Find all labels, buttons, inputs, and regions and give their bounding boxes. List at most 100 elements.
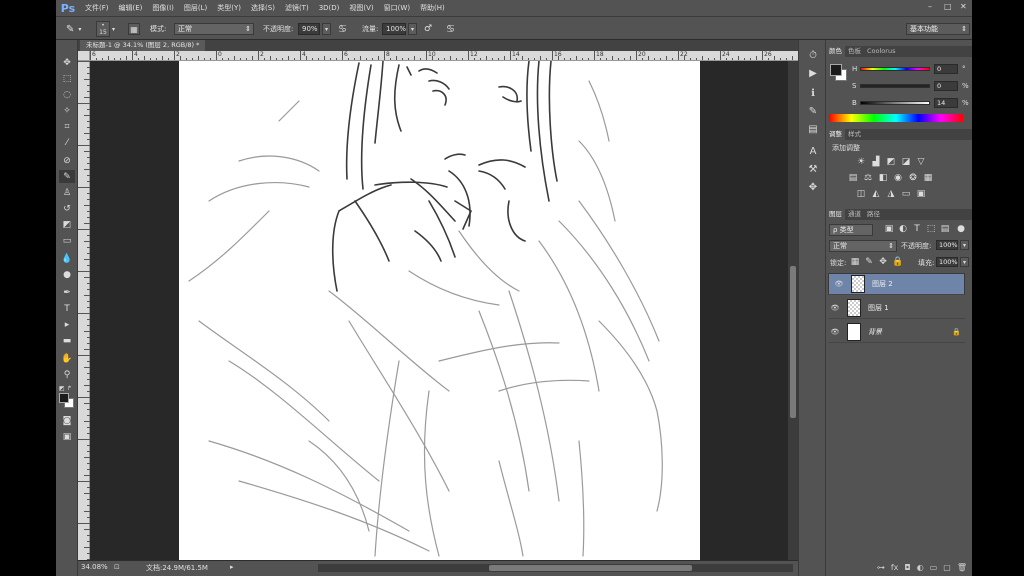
vibrance-adjust-icon[interactable]: ▽ xyxy=(916,157,926,167)
lock-all-icon[interactable]: 🔒 xyxy=(892,257,903,267)
link-layers-icon[interactable]: ⊶ xyxy=(877,563,885,572)
visibility-eye-icon[interactable]: 👁 xyxy=(828,328,842,336)
color-balance-adjust-icon[interactable]: ⚖ xyxy=(863,173,873,183)
maximize-icon[interactable]: □ xyxy=(944,3,952,11)
visibility-eye-icon[interactable]: 👁 xyxy=(828,304,842,312)
ruler-horizontal[interactable]: 6 4 2 0 2 4 6 8 10 12 14 16 18 20 22 24 … xyxy=(90,51,798,61)
visibility-eye-icon[interactable]: 👁 xyxy=(832,279,846,289)
s-value[interactable]: 0 xyxy=(934,81,958,91)
menu-filter[interactable]: 滤镜(T) xyxy=(280,0,314,16)
menu-view[interactable]: 视图(V) xyxy=(344,0,378,16)
character-panel-icon[interactable]: A xyxy=(806,144,820,158)
new-layer-icon[interactable]: ▢ xyxy=(943,563,951,572)
tab-styles[interactable]: 样式 xyxy=(845,129,864,140)
filter-type-icon[interactable]: T xyxy=(912,224,922,234)
opacity-dropdown[interactable]: ▾ xyxy=(322,23,331,35)
layer-name[interactable]: 图层 2 xyxy=(872,279,961,289)
brightness-slider[interactable] xyxy=(860,101,930,105)
tab-coolorus[interactable]: Coolorus xyxy=(864,46,898,57)
close-icon[interactable]: ✕ xyxy=(960,3,968,11)
mode-select[interactable]: 正常 ⇕ xyxy=(174,23,254,35)
pressure-opacity-toggle[interactable]: ♋ xyxy=(338,22,347,36)
invert-adjust-icon[interactable]: ◫ xyxy=(856,189,866,199)
channel-mixer-adjust-icon[interactable]: ❂ xyxy=(908,173,918,183)
foreground-color-swatch[interactable] xyxy=(59,393,69,403)
tab-layers[interactable]: 图层 xyxy=(826,209,845,220)
selective-color-adjust-icon[interactable]: ▣ xyxy=(916,189,926,199)
brightness-adjust-icon[interactable]: ☀ xyxy=(856,157,866,167)
history-panel-icon[interactable]: ⏱ xyxy=(806,48,820,62)
filter-toggle-icon[interactable]: ● xyxy=(956,224,966,234)
exposure-adjust-icon[interactable]: ◪ xyxy=(901,157,911,167)
black-white-adjust-icon[interactable]: ◧ xyxy=(878,173,888,183)
minimize-icon[interactable]: – xyxy=(928,3,936,11)
fill-input[interactable]: 100% xyxy=(936,257,958,267)
tab-channels[interactable]: 通道 xyxy=(845,209,864,220)
navigator-panel-icon[interactable]: ✥ xyxy=(806,180,820,194)
quick-mask-icon[interactable]: ◙ xyxy=(59,414,75,427)
layer-row[interactable]: 👁 图层 1 xyxy=(828,297,965,319)
menu-image[interactable]: 图像(I) xyxy=(147,0,179,16)
saturation-slider[interactable] xyxy=(860,84,930,88)
menu-edit[interactable]: 编辑(E) xyxy=(114,0,148,16)
color-spectrum-bar[interactable] xyxy=(829,114,963,122)
healing-brush-tool-icon[interactable]: ⊘ xyxy=(59,154,75,167)
gradient-tool-icon[interactable]: ▭ xyxy=(59,234,75,247)
eyedropper-tool-icon[interactable]: ⁄ xyxy=(59,136,75,149)
fill-dropdown[interactable]: ▾ xyxy=(960,257,969,267)
layer-filter-select[interactable]: ρ 类型 xyxy=(829,224,873,236)
opacity-input[interactable]: 90% xyxy=(298,23,320,35)
layer-opacity-dropdown[interactable]: ▾ xyxy=(960,240,969,250)
menu-type[interactable]: 类型(Y) xyxy=(212,0,246,16)
vertical-scroll-thumb[interactable] xyxy=(790,266,796,418)
document-canvas[interactable] xyxy=(179,61,700,560)
path-select-tool-icon[interactable]: ▸ xyxy=(59,318,75,331)
menu-3d[interactable]: 3D(D) xyxy=(314,0,345,16)
gradient-map-adjust-icon[interactable]: ▭ xyxy=(901,189,911,199)
brush-tool-icon[interactable]: ✎ xyxy=(59,170,75,183)
menu-layer[interactable]: 图层(L) xyxy=(179,0,212,16)
menu-help[interactable]: 帮助(H) xyxy=(415,0,450,16)
status-menu-arrow-icon[interactable]: ▸ xyxy=(230,563,234,571)
brush-tool-preset[interactable]: ✎ ▾ xyxy=(66,22,81,36)
shape-tool-icon[interactable]: ▬ xyxy=(59,334,75,347)
pen-tool-icon[interactable]: ✒ xyxy=(59,286,75,299)
color-fg-swatch[interactable] xyxy=(830,64,842,76)
hand-tool-icon[interactable]: ✋ xyxy=(59,352,75,365)
blend-mode-select[interactable]: 正常 ⇕ xyxy=(829,240,897,252)
brush-panel-icon[interactable]: ▤ xyxy=(806,122,820,136)
type-tool-icon[interactable]: T xyxy=(59,302,75,315)
share-icon[interactable]: ⊡ xyxy=(114,563,120,571)
ruler-origin[interactable] xyxy=(78,51,90,61)
h-value[interactable]: 0 xyxy=(934,64,958,74)
crop-tool-icon[interactable]: ⌗ xyxy=(59,120,75,133)
screen-mode-icon[interactable]: ▣ xyxy=(59,430,75,443)
filter-shape-icon[interactable]: ⬚ xyxy=(926,224,936,234)
layer-mask-icon[interactable]: ◘ xyxy=(904,563,910,572)
b-value[interactable]: 14 xyxy=(934,98,958,108)
workspace-select[interactable]: 基本功能 ⇕ xyxy=(906,23,970,35)
ruler-vertical[interactable] xyxy=(78,61,90,560)
tab-color[interactable]: 颜色 xyxy=(826,46,845,57)
zoom-tool-icon[interactable]: ⚲ xyxy=(59,368,75,381)
posterize-adjust-icon[interactable]: ◭ xyxy=(871,189,881,199)
tab-paths[interactable]: 路径 xyxy=(864,209,883,220)
tab-swatches[interactable]: 色板 xyxy=(845,46,864,57)
layer-name[interactable]: 图层 1 xyxy=(868,303,965,313)
eraser-tool-icon[interactable]: ◩ xyxy=(59,218,75,231)
actions-panel-icon[interactable]: ▶ xyxy=(806,66,820,80)
menu-select[interactable]: 选择(S) xyxy=(246,0,280,16)
vertical-scrollbar[interactable] xyxy=(788,61,798,560)
layer-name[interactable]: 背景 xyxy=(868,327,952,337)
lasso-tool-icon[interactable]: ◌ xyxy=(59,88,75,101)
color-lookup-adjust-icon[interactable]: ▦ xyxy=(923,173,933,183)
flow-dropdown[interactable]: ▾ xyxy=(408,23,417,35)
history-brush-tool-icon[interactable]: ↺ xyxy=(59,202,75,215)
pressure-size-toggle[interactable]: ♋ xyxy=(446,22,455,36)
delete-layer-icon[interactable]: 🗑 xyxy=(957,563,967,572)
horizontal-scroll-thumb[interactable] xyxy=(489,565,692,571)
lock-transparent-icon[interactable]: ▦ xyxy=(850,257,860,267)
adjustment-layer-icon[interactable]: ◐ xyxy=(917,563,924,572)
tool-presets-panel-icon[interactable]: ⚒ xyxy=(806,162,820,176)
properties-panel-icon[interactable]: ℹ xyxy=(806,86,820,100)
